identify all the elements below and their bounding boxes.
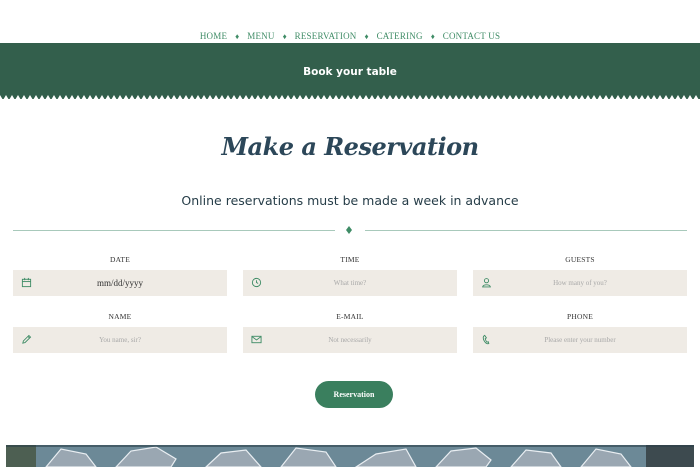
- name-field-group: NAME: [13, 312, 227, 353]
- divider-line-left: [13, 230, 335, 231]
- footer-photo: [6, 445, 694, 467]
- phone-icon: [482, 334, 490, 345]
- time-input[interactable]: [243, 270, 457, 296]
- time-field-group: TIME: [243, 255, 457, 296]
- date-input[interactable]: mm/dd/yyyy: [13, 278, 227, 288]
- diamond-ornament-icon: [346, 226, 352, 234]
- name-label: NAME: [108, 312, 132, 321]
- envelope-icon: [251, 335, 262, 344]
- phone-label: PHONE: [566, 312, 593, 321]
- top-navigation: HOME ♦ MENU ♦ RESERVATION ♦ CATERING ♦ CONTA…: [0, 0, 700, 43]
- page-subtitle: Online reservations must be made a week …: [181, 193, 519, 208]
- nav-separator: ♦: [430, 31, 435, 41]
- phone-input[interactable]: [473, 327, 687, 353]
- email-label: E-MAIL: [336, 312, 364, 321]
- email-input[interactable]: [243, 327, 457, 353]
- phone-field[interactable]: [473, 327, 687, 353]
- user-icon: [482, 278, 491, 288]
- section-divider: [13, 223, 687, 237]
- pencil-icon: [22, 334, 32, 344]
- email-field[interactable]: [243, 327, 457, 353]
- banner-title: Book your table: [303, 66, 397, 78]
- calendar-icon: [21, 277, 32, 288]
- nav-link-contact[interactable]: CONTACT US: [443, 31, 500, 41]
- clock-icon: [251, 277, 262, 288]
- zigzag-edge: [0, 95, 700, 100]
- guests-field-group: GUESTS: [473, 255, 687, 296]
- nav-separator: ♦: [282, 31, 287, 41]
- date-label: DATE: [110, 255, 130, 264]
- date-field-group: DATE mm/dd/yyyy: [13, 255, 227, 296]
- date-field[interactable]: mm/dd/yyyy: [13, 270, 227, 296]
- photo-texture: [6, 445, 694, 467]
- email-field-group: E-MAIL: [243, 312, 457, 353]
- guests-label: GUESTS: [565, 255, 595, 264]
- nav-separator: ♦: [364, 31, 369, 41]
- divider-line-right: [365, 230, 687, 231]
- nav-link-menu[interactable]: MENU: [247, 31, 274, 41]
- nav-link-home[interactable]: HOME: [200, 31, 227, 41]
- guests-input[interactable]: [473, 270, 687, 296]
- guests-field[interactable]: [473, 270, 687, 296]
- reservation-submit-button[interactable]: Reservation: [315, 381, 393, 408]
- time-label: TIME: [340, 255, 360, 264]
- nav-link-reservation[interactable]: RESERVATION: [295, 31, 357, 41]
- page-title: Make a Reservation: [221, 132, 479, 161]
- nav-link-catering[interactable]: CATERING: [377, 31, 423, 41]
- phone-field-group: PHONE: [473, 312, 687, 353]
- name-input[interactable]: [13, 327, 227, 353]
- nav-separator: ♦: [235, 31, 240, 41]
- page-banner: Book your table: [0, 43, 700, 100]
- name-field[interactable]: [13, 327, 227, 353]
- time-field[interactable]: [243, 270, 457, 296]
